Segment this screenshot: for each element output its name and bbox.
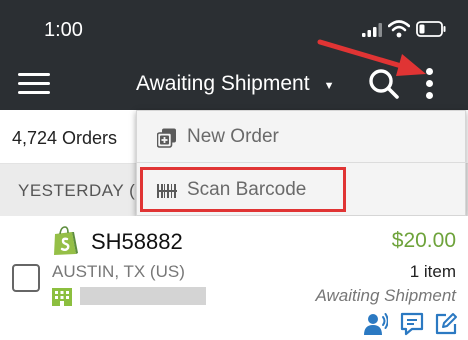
edit-icon[interactable] xyxy=(434,312,458,336)
menu-item-scan-barcode[interactable]: Scan Barcode xyxy=(137,164,467,216)
menu-item-label: Scan Barcode xyxy=(187,179,307,200)
barcode-icon xyxy=(157,184,177,198)
battery-icon xyxy=(416,21,446,37)
order-number: SH58882 xyxy=(91,229,183,254)
order-total: $20.00 xyxy=(391,229,456,252)
kebab-menu-icon[interactable] xyxy=(420,66,440,102)
voice-note-icon[interactable] xyxy=(364,312,388,336)
menu-item-label: New Order xyxy=(187,126,279,147)
order-status: Awaiting Shipment xyxy=(315,286,457,305)
order-list-item[interactable]: SH58882 AUSTIN, TX (US) $20.00 1 item Aw… xyxy=(0,216,468,340)
date-group-label: YESTERDAY (2 xyxy=(18,181,146,200)
comment-icon[interactable] xyxy=(400,312,424,336)
order-status-filter-dropdown[interactable]: Awaiting Shipment ▼ xyxy=(136,71,334,97)
page-title: Awaiting Shipment xyxy=(136,72,310,95)
shopify-bag-icon xyxy=(54,226,78,255)
building-icon xyxy=(52,288,72,306)
status-time: 1:00 xyxy=(44,19,83,41)
order-select-checkbox[interactable] xyxy=(12,264,40,292)
orders-count: 4,724 Orders xyxy=(12,128,118,148)
cellular-signal-icon xyxy=(362,23,382,37)
search-icon[interactable] xyxy=(368,68,400,100)
overflow-menu: New Order Scan Barcode xyxy=(136,110,467,216)
app-bar: Awaiting Shipment ▼ xyxy=(0,56,468,110)
new-order-icon xyxy=(157,128,176,148)
redacted-recipient-name xyxy=(80,287,206,305)
chevron-down-icon: ▼ xyxy=(323,80,335,92)
menu-item-new-order[interactable]: New Order xyxy=(137,111,467,163)
hamburger-menu-icon[interactable] xyxy=(18,71,50,95)
wifi-icon xyxy=(388,20,410,38)
status-bar: 1:00 xyxy=(0,0,468,56)
order-location: AUSTIN, TX (US) xyxy=(52,262,185,281)
order-item-count: 1 item xyxy=(409,262,456,281)
